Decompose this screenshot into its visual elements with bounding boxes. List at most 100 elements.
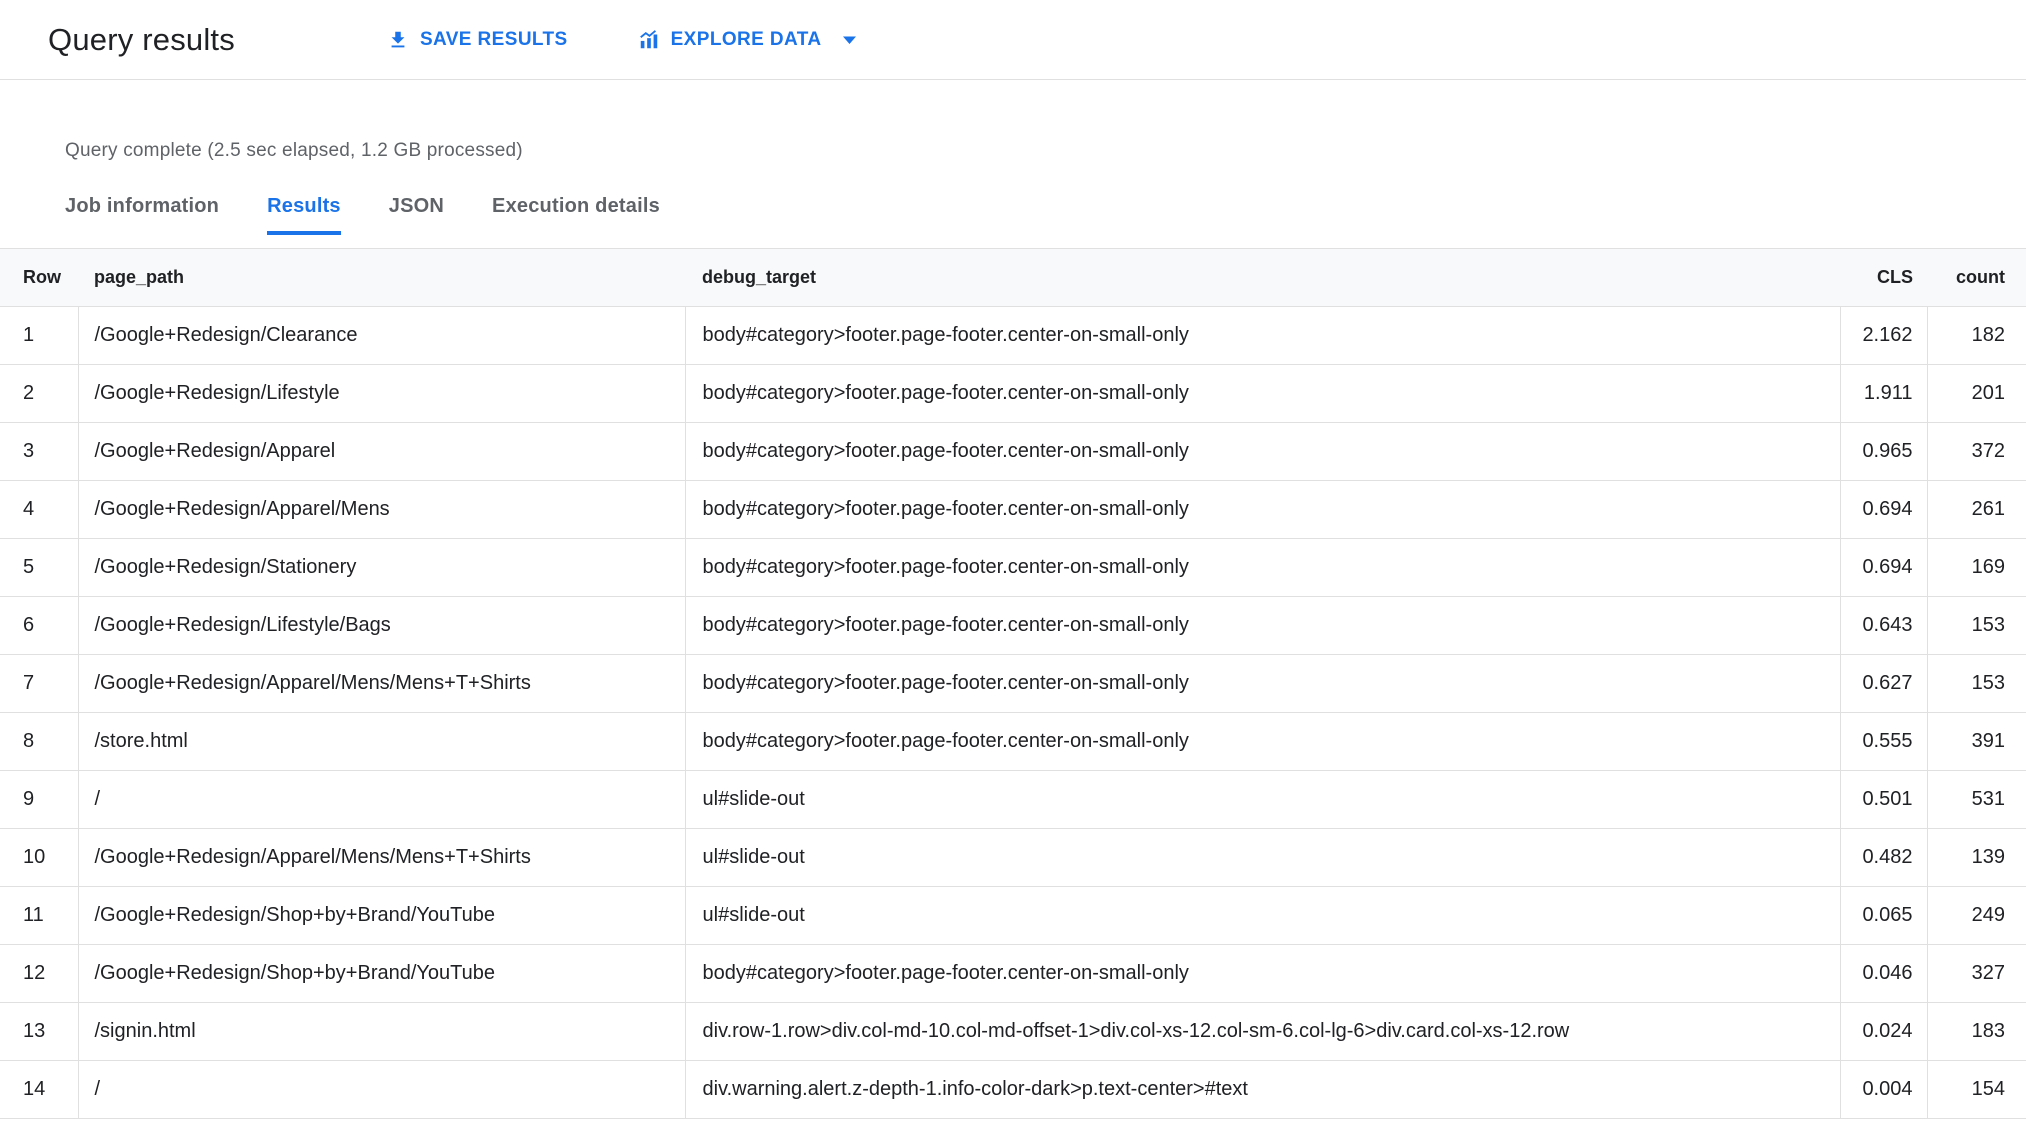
count-cell: 372 bbox=[1927, 422, 2026, 481]
save-results-button[interactable]: SAVE RESULTS bbox=[383, 21, 572, 59]
tab-job-information[interactable]: Job information bbox=[65, 195, 219, 235]
page-path-cell: /Google+Redesign/Shop+by+Brand/YouTube bbox=[78, 886, 686, 945]
table-row: 11 /Google+Redesign/Shop+by+Brand/YouTub… bbox=[0, 886, 2026, 945]
table-row: 12 /Google+Redesign/Shop+by+Brand/YouTub… bbox=[0, 944, 2026, 1003]
table-row: 13 /signin.html div.row-1.row>div.col-md… bbox=[0, 1002, 2026, 1061]
count-cell: 201 bbox=[1927, 364, 2026, 423]
col-header-debug-target: debug_target bbox=[685, 248, 1840, 307]
page-path-cell: / bbox=[78, 770, 686, 829]
results-table: Row page_path debug_target CLS count 1 /… bbox=[0, 248, 2026, 1119]
table-row: 3 /Google+Redesign/Apparel body#category… bbox=[0, 422, 2026, 481]
table-row: 1 /Google+Redesign/Clearance body#catego… bbox=[0, 306, 2026, 365]
debug-target-cell: body#category>footer.page-footer.center-… bbox=[685, 538, 1841, 597]
download-icon bbox=[387, 29, 409, 51]
cls-cell: 0.046 bbox=[1840, 944, 1928, 1003]
table-row: 2 /Google+Redesign/Lifestyle body#catego… bbox=[0, 364, 2026, 423]
tab-bar: Job information Results JSON Execution d… bbox=[65, 195, 2026, 235]
row-number-cell: 7 bbox=[0, 654, 79, 713]
row-number-cell: 1 bbox=[0, 306, 79, 365]
tab-execution-details[interactable]: Execution details bbox=[492, 195, 660, 235]
query-results-panel: Query results SAVE RESULTS EXPLORE DATA bbox=[0, 0, 2026, 1119]
page-path-cell: /Google+Redesign/Stationery bbox=[78, 538, 686, 597]
explore-data-button[interactable]: EXPLORE DATA bbox=[634, 21, 862, 59]
table-row: 8 /store.html body#category>footer.page-… bbox=[0, 712, 2026, 771]
cls-cell: 0.555 bbox=[1840, 712, 1928, 771]
count-cell: 183 bbox=[1927, 1002, 2026, 1061]
table-row: 9 / ul#slide-out 0.501 531 bbox=[0, 770, 2026, 829]
query-status-text: Query complete (2.5 sec elapsed, 1.2 GB … bbox=[65, 140, 523, 161]
page-path-cell: /signin.html bbox=[78, 1002, 686, 1061]
page-path-cell: /Google+Redesign/Apparel/Mens/Mens+T+Shi… bbox=[78, 654, 686, 713]
cls-cell: 0.024 bbox=[1840, 1002, 1928, 1061]
debug-target-cell: ul#slide-out bbox=[685, 828, 1841, 887]
count-cell: 154 bbox=[1927, 1060, 2026, 1119]
debug-target-cell: body#category>footer.page-footer.center-… bbox=[685, 306, 1841, 365]
row-number-cell: 2 bbox=[0, 364, 79, 423]
row-number-cell: 6 bbox=[0, 596, 79, 655]
cls-cell: 1.911 bbox=[1840, 364, 1928, 423]
table-row: 7 /Google+Redesign/Apparel/Mens/Mens+T+S… bbox=[0, 654, 2026, 713]
debug-target-cell: body#category>footer.page-footer.center-… bbox=[685, 944, 1841, 1003]
row-number-cell: 14 bbox=[0, 1060, 79, 1119]
cls-cell: 0.065 bbox=[1840, 886, 1928, 945]
cls-cell: 0.694 bbox=[1840, 480, 1928, 539]
debug-target-cell: body#category>footer.page-footer.center-… bbox=[685, 364, 1841, 423]
col-header-cls: CLS bbox=[1840, 248, 1927, 307]
cls-cell: 0.694 bbox=[1840, 538, 1928, 597]
cls-cell: 0.627 bbox=[1840, 654, 1928, 713]
table-row: 4 /Google+Redesign/Apparel/Mens body#cat… bbox=[0, 480, 2026, 539]
cls-cell: 0.482 bbox=[1840, 828, 1928, 887]
debug-target-cell: div.warning.alert.z-depth-1.info-color-d… bbox=[685, 1060, 1841, 1119]
page-path-cell: /Google+Redesign/Apparel/Mens/Mens+T+Shi… bbox=[78, 828, 686, 887]
explore-data-label: EXPLORE DATA bbox=[670, 28, 822, 50]
debug-target-cell: ul#slide-out bbox=[685, 886, 1841, 945]
debug-target-cell: body#category>footer.page-footer.center-… bbox=[685, 480, 1841, 539]
page-path-cell: /Google+Redesign/Lifestyle/Bags bbox=[78, 596, 686, 655]
row-number-cell: 4 bbox=[0, 480, 79, 539]
debug-target-cell: body#category>footer.page-footer.center-… bbox=[685, 596, 1841, 655]
page-path-cell: /Google+Redesign/Apparel/Mens bbox=[78, 480, 686, 539]
page-path-cell: /Google+Redesign/Apparel bbox=[78, 422, 686, 481]
tab-results[interactable]: Results bbox=[267, 195, 341, 235]
page-path-cell: /Google+Redesign/Shop+by+Brand/YouTube bbox=[78, 944, 686, 1003]
save-results-label: SAVE RESULTS bbox=[419, 28, 568, 50]
tab-json[interactable]: JSON bbox=[389, 195, 444, 235]
row-number-cell: 10 bbox=[0, 828, 79, 887]
table-row: 6 /Google+Redesign/Lifestyle/Bags body#c… bbox=[0, 596, 2026, 655]
count-cell: 139 bbox=[1927, 828, 2026, 887]
table-row: 10 /Google+Redesign/Apparel/Mens/Mens+T+… bbox=[0, 828, 2026, 887]
table-row: 14 / div.warning.alert.z-depth-1.info-co… bbox=[0, 1060, 2026, 1119]
cls-cell: 0.643 bbox=[1840, 596, 1928, 655]
count-cell: 327 bbox=[1927, 944, 2026, 1003]
cls-cell: 0.501 bbox=[1840, 770, 1928, 829]
debug-target-cell: ul#slide-out bbox=[685, 770, 1841, 829]
row-number-cell: 13 bbox=[0, 1002, 79, 1061]
count-cell: 261 bbox=[1927, 480, 2026, 539]
page-path-cell: / bbox=[78, 1060, 686, 1119]
debug-target-cell: body#category>footer.page-footer.center-… bbox=[685, 712, 1841, 771]
count-cell: 153 bbox=[1927, 654, 2026, 713]
count-cell: 391 bbox=[1927, 712, 2026, 771]
row-number-cell: 12 bbox=[0, 944, 79, 1003]
count-cell: 531 bbox=[1927, 770, 2026, 829]
row-number-cell: 9 bbox=[0, 770, 79, 829]
row-number-cell: 11 bbox=[0, 886, 79, 945]
count-cell: 169 bbox=[1927, 538, 2026, 597]
count-cell: 153 bbox=[1927, 596, 2026, 655]
cls-cell: 0.965 bbox=[1840, 422, 1928, 481]
cls-cell: 2.162 bbox=[1840, 306, 1928, 365]
col-header-page-path: page_path bbox=[78, 248, 685, 307]
page-path-cell: /Google+Redesign/Lifestyle bbox=[78, 364, 686, 423]
row-number-cell: 3 bbox=[0, 422, 79, 481]
row-number-cell: 8 bbox=[0, 712, 79, 771]
page-path-cell: /Google+Redesign/Clearance bbox=[78, 306, 686, 365]
debug-target-cell: div.row-1.row>div.col-md-10.col-md-offse… bbox=[685, 1002, 1841, 1061]
debug-target-cell: body#category>footer.page-footer.center-… bbox=[685, 422, 1841, 481]
cls-cell: 0.004 bbox=[1840, 1060, 1928, 1119]
page-title: Query results bbox=[48, 21, 235, 57]
results-table-header: Row page_path debug_target CLS count bbox=[0, 248, 2026, 307]
count-cell: 182 bbox=[1927, 306, 2026, 365]
topbar: Query results SAVE RESULTS EXPLORE DATA bbox=[0, 0, 2026, 80]
page-path-cell: /store.html bbox=[78, 712, 686, 771]
col-header-count: count bbox=[1927, 248, 2026, 307]
